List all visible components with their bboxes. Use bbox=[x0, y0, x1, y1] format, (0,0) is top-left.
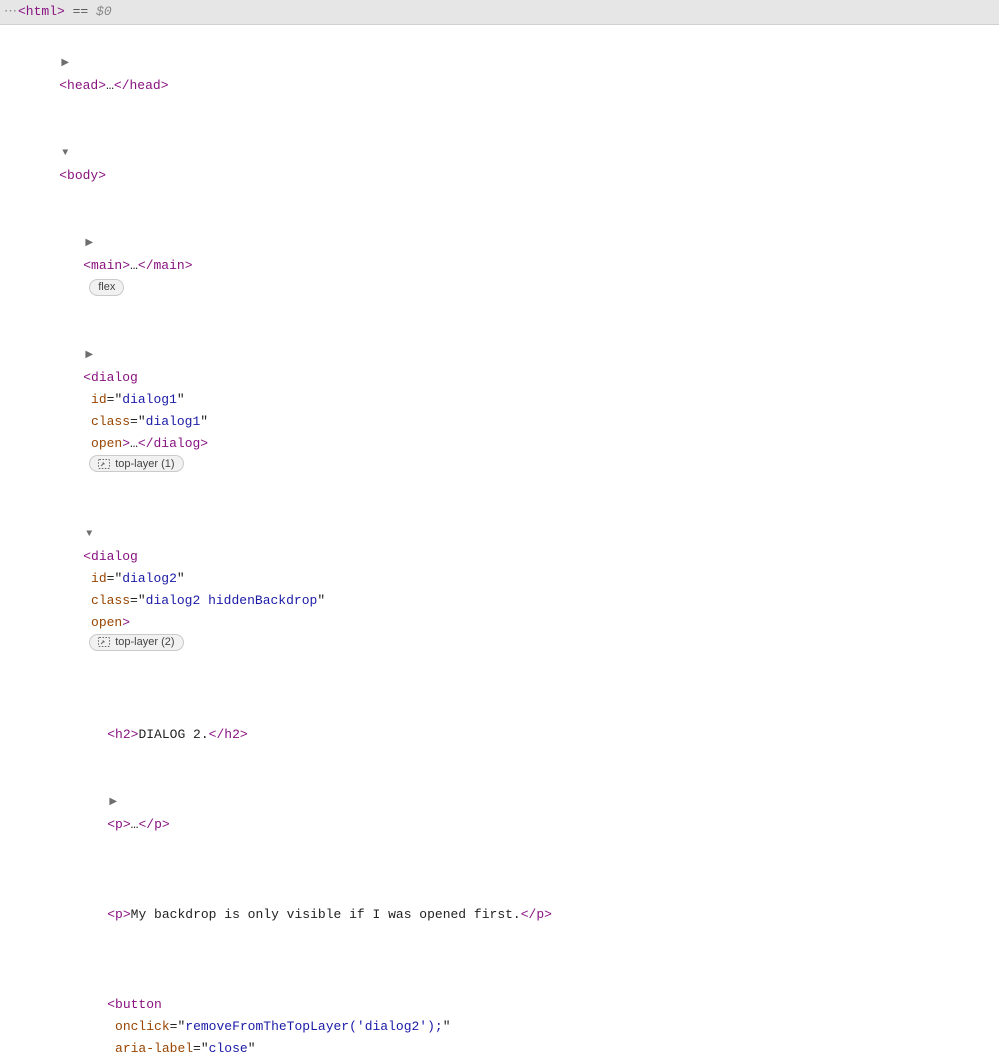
p1-node[interactable]: ▶ <p>…</p> bbox=[0, 768, 999, 858]
html-tag: <html> bbox=[18, 4, 65, 19]
dom-tree[interactable]: ▶ <head>…</head> ▼ <body> ▶ <main>…</mai… bbox=[0, 25, 999, 1052]
equals: == bbox=[65, 4, 96, 19]
reveal-icon bbox=[98, 459, 110, 469]
top-layer-2-badge[interactable]: top-layer (2) bbox=[89, 634, 183, 651]
body-node[interactable]: ▼ <body> bbox=[0, 119, 999, 209]
flex-badge[interactable]: flex bbox=[89, 279, 124, 296]
expand-arrow[interactable]: ▶ bbox=[59, 53, 71, 75]
main-node[interactable]: ▶ <main>…</main> flex bbox=[0, 209, 999, 321]
selected-node-bar[interactable]: ⋯<html> == $0 bbox=[0, 0, 999, 25]
button1-node[interactable]: <button onclick="removeFromTheTopLayer('… bbox=[0, 948, 999, 1052]
collapse-arrow[interactable]: ▼ bbox=[59, 143, 71, 165]
collapse-arrow[interactable]: ▼ bbox=[83, 524, 95, 546]
h2-node[interactable]: <h2>DIALOG 2.</h2> bbox=[0, 678, 999, 768]
p2-node[interactable]: <p>My backdrop is only visible if I was … bbox=[0, 858, 999, 948]
dialog1-node[interactable]: ▶ <dialog id="dialog1" class="dialog1" o… bbox=[0, 321, 999, 500]
top-layer-1-badge[interactable]: top-layer (1) bbox=[89, 455, 183, 472]
overflow-dots: ⋯ bbox=[4, 4, 18, 19]
reveal-icon bbox=[98, 637, 110, 647]
dialog2-node[interactable]: ▼ <dialog id="dialog2" class="dialog2 hi… bbox=[0, 500, 999, 679]
expand-arrow[interactable]: ▶ bbox=[107, 792, 119, 814]
head-node[interactable]: ▶ <head>…</head> bbox=[0, 29, 999, 119]
dollar-zero: $0 bbox=[96, 4, 112, 19]
expand-arrow[interactable]: ▶ bbox=[83, 345, 95, 367]
expand-arrow[interactable]: ▶ bbox=[83, 233, 95, 255]
